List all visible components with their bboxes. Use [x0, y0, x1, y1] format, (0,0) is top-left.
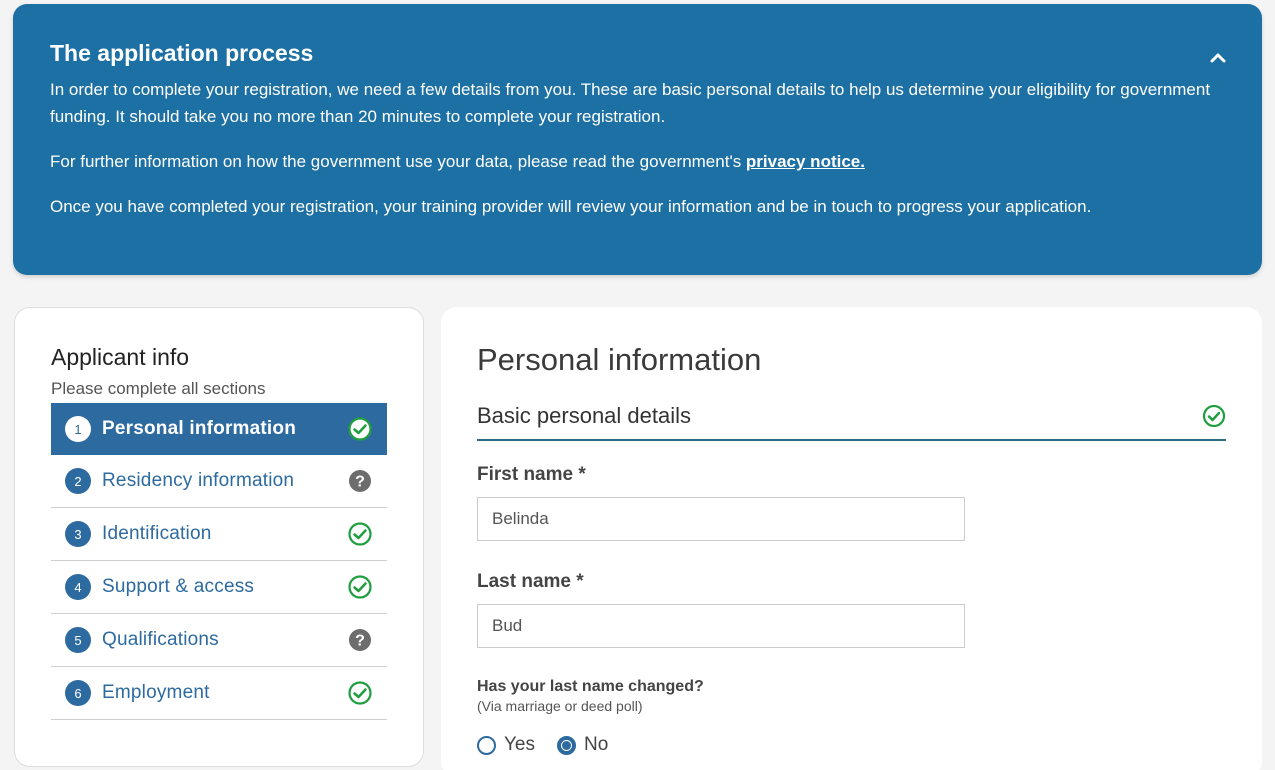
sidebar-item-1[interactable]: 1 Personal information: [51, 403, 387, 455]
banner-paragraph-2-text: For further information on how the gover…: [50, 152, 746, 171]
sidebar-item-6[interactable]: 6 Employment: [51, 667, 387, 720]
radio-yes-label: Yes: [504, 734, 535, 755]
radio-yes[interactable]: Yes: [477, 734, 535, 756]
last-name-input[interactable]: [477, 604, 965, 648]
radio-no-label: No: [584, 734, 609, 755]
step-number: 4: [65, 574, 91, 600]
applicant-info-title: Applicant info: [51, 344, 190, 370]
last-name-label: Last name *: [477, 571, 584, 592]
banner-title: The application process: [50, 40, 314, 66]
step-number: 1: [65, 416, 91, 442]
applicant-info-card: Applicant info Please complete all secti…: [14, 307, 424, 767]
check-circle-icon: [348, 575, 372, 599]
banner-paragraph-2: For further information on how the gover…: [50, 148, 1226, 175]
name-changed-radio-group: Yes No: [477, 734, 1226, 756]
svg-text:?: ?: [355, 633, 365, 650]
radio-no-circle[interactable]: [557, 735, 576, 755]
section-title: Basic personal details: [477, 403, 692, 428]
sidebar-item-label: Personal information: [102, 418, 297, 439]
privacy-notice-link[interactable]: privacy notice.: [746, 152, 865, 171]
name-changed-question: Has your last name changed?: [477, 678, 704, 695]
question-circle-icon: ?: [349, 629, 371, 651]
sidebar-item-label: Employment: [102, 682, 210, 703]
sidebar-item-label: Qualifications: [102, 629, 219, 650]
banner-paragraph-3: Once you have completed your registratio…: [50, 197, 1092, 216]
step-number: 3: [65, 521, 91, 547]
application-process-panel: The application process In order to comp…: [13, 4, 1262, 275]
sidebar-item-4[interactable]: 4 Support & access: [51, 561, 387, 614]
section-header: Basic personal details: [477, 403, 1226, 441]
first-name-input[interactable]: [477, 497, 965, 541]
svg-text:?: ?: [355, 474, 365, 491]
check-circle-icon: [1202, 404, 1226, 428]
name-changed-hint: (Via marriage or deed poll): [477, 698, 643, 714]
step-number: 2: [65, 468, 91, 494]
sidebar-item-3[interactable]: 3 Identification: [51, 508, 387, 561]
sidebar-item-2[interactable]: 2 Residency information?: [51, 455, 387, 508]
check-circle-icon: [348, 522, 372, 546]
section-nav: 1 Personal information 2 Residency informat…: [51, 403, 387, 720]
check-circle-icon: [348, 681, 372, 705]
banner-paragraph-1: In order to complete your registration, …: [50, 80, 1211, 126]
personal-information-form: Personal information Basic personal deta…: [441, 307, 1262, 770]
check-circle-icon: [348, 417, 372, 441]
question-circle-icon: ?: [349, 470, 371, 492]
radio-no[interactable]: No: [557, 734, 608, 756]
sidebar-item-label: Support & access: [102, 576, 255, 597]
first-name-label: First name *: [477, 464, 586, 485]
step-number: 5: [65, 627, 91, 653]
sidebar-item-label: Residency information: [102, 470, 295, 491]
sidebar-item-5[interactable]: 5 Qualifications?: [51, 614, 387, 667]
page-title: Personal information: [477, 342, 762, 377]
radio-yes-circle[interactable]: [477, 735, 496, 755]
chevron-up-icon[interactable]: [1208, 48, 1228, 68]
step-number: 6: [65, 680, 91, 706]
sidebar-item-label: Identification: [102, 523, 212, 544]
applicant-info-subtitle: Please complete all sections: [51, 379, 266, 398]
